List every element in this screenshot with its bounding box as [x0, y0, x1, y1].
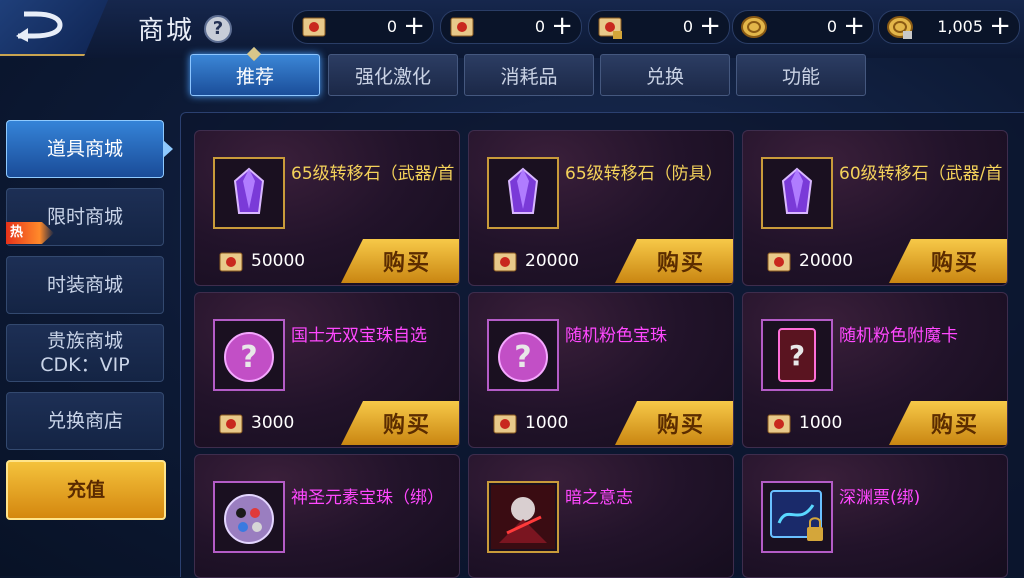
- back-arrow-icon: [16, 11, 63, 42]
- svg-text:?: ?: [514, 340, 531, 375]
- buy-button[interactable]: 购买: [341, 401, 459, 445]
- product-price: 20000: [525, 251, 580, 271]
- currency-value: 0: [386, 17, 397, 36]
- purple-crystal-icon: [507, 167, 539, 214]
- product-thumbnail: ?: [213, 319, 285, 391]
- currency-value: 0: [534, 17, 545, 36]
- add-currency-button[interactable]: +: [699, 11, 721, 41]
- currency-slot: 1,005 +: [878, 10, 1020, 44]
- red-scroll-icon: [450, 17, 474, 37]
- product-card[interactable]: ? 随机粉色宝珠 1000 购买: [468, 292, 734, 448]
- add-currency-button[interactable]: +: [989, 11, 1011, 41]
- red-scroll-icon: [302, 17, 326, 37]
- product-card[interactable]: 60级转移石（武器/首 20000 购买: [742, 130, 1008, 286]
- product-price: 20000: [799, 251, 854, 271]
- product-thumbnail: [487, 157, 559, 229]
- product-card[interactable]: 65级转移石（武器/首 50000 购买: [194, 130, 460, 286]
- product-price: 50000: [251, 251, 306, 271]
- product-thumbnail: [761, 481, 833, 553]
- add-currency-button[interactable]: +: [843, 11, 865, 41]
- sidebar-item-exchange-shop[interactable]: 兑换商店: [6, 392, 164, 450]
- product-name: 65级转移石（武器/首: [291, 164, 455, 184]
- add-currency-button[interactable]: +: [551, 11, 573, 41]
- top-bar: 商城 ? 0 + 0 + 0 + 0 + 1,005 +: [0, 0, 1024, 58]
- page-title: 商城: [138, 16, 195, 46]
- product-thumbnail: [487, 481, 559, 553]
- product-thumbnail: ?: [487, 319, 559, 391]
- tab-exchange[interactable]: 兑换: [600, 54, 730, 96]
- tab-recommended[interactable]: 推荐: [190, 46, 320, 96]
- mystery-card-icon: ?: [778, 328, 816, 382]
- mystery-orb-icon: ?: [224, 332, 274, 382]
- locked-red-scroll-icon: [598, 17, 622, 39]
- buy-button[interactable]: 购买: [889, 239, 1007, 283]
- product-thumbnail: [213, 481, 285, 553]
- svg-text:?: ?: [789, 339, 805, 372]
- red-scroll-icon: [493, 414, 517, 434]
- product-name: 神圣元素宝珠（绑）: [291, 488, 444, 508]
- back-button[interactable]: [0, 0, 108, 56]
- dark-will-icon: [491, 485, 555, 549]
- help-icon[interactable]: ?: [204, 14, 233, 43]
- product-card[interactable]: ? 随机粉色附魔卡 1000 购买: [742, 292, 1008, 448]
- product-card[interactable]: 神圣元素宝珠（绑）: [194, 454, 460, 578]
- element-orb-icon: [224, 494, 274, 544]
- product-card[interactable]: ? 国士无双宝珠自选 3000 购买: [194, 292, 460, 448]
- purple-crystal-icon: [781, 167, 813, 214]
- currency-slot: 0 +: [292, 10, 434, 44]
- red-scroll-icon: [767, 414, 791, 434]
- product-name: 深渊票(绑): [839, 488, 921, 508]
- buy-button[interactable]: 购买: [615, 401, 733, 445]
- product-thumbnail: [213, 157, 285, 229]
- currency-slot: 0 +: [588, 10, 730, 44]
- buy-button[interactable]: 购买: [341, 239, 459, 283]
- buy-button[interactable]: 购买: [889, 401, 1007, 445]
- product-name: 国士无双宝珠自选: [291, 326, 427, 346]
- buy-button[interactable]: 购买: [615, 239, 733, 283]
- tab-enhance[interactable]: 强化激化: [328, 54, 458, 96]
- currency-value: 1,005: [937, 17, 983, 36]
- sidebar-item-item-shop[interactable]: 道具商城: [6, 120, 164, 178]
- product-price: 1000: [525, 413, 569, 433]
- red-scroll-icon: [219, 414, 243, 434]
- currency-slot: 0 +: [440, 10, 582, 44]
- red-scroll-icon: [493, 252, 517, 272]
- abyss-ticket-icon: [770, 490, 823, 541]
- purple-crystal-icon: [233, 167, 265, 214]
- red-scroll-icon: [767, 252, 791, 272]
- product-name: 随机粉色附魔卡: [839, 326, 958, 346]
- red-scroll-icon: [219, 252, 243, 272]
- add-currency-button[interactable]: +: [403, 11, 425, 41]
- product-name: 暗之意志: [565, 488, 633, 508]
- product-thumbnail: ?: [761, 319, 833, 391]
- product-card[interactable]: 深渊票(绑): [742, 454, 1008, 578]
- product-price: 3000: [251, 413, 295, 433]
- locked-gold-coin-icon: [887, 16, 913, 39]
- currency-value: 0: [682, 17, 693, 36]
- recharge-button[interactable]: 充值: [6, 460, 166, 520]
- sidebar-item-fashion-shop[interactable]: 时装商城: [6, 256, 164, 314]
- currency-slot: 0 +: [732, 10, 874, 44]
- product-thumbnail: [761, 157, 833, 229]
- product-name: 随机粉色宝珠: [565, 326, 667, 346]
- svg-text:?: ?: [240, 340, 257, 375]
- tab-consumables[interactable]: 消耗品: [464, 54, 594, 96]
- product-card[interactable]: 暗之意志: [468, 454, 734, 578]
- mystery-orb-icon: ?: [498, 332, 548, 382]
- active-indicator-arrow: [163, 140, 173, 158]
- sidebar-item-noble-shop[interactable]: 贵族商城 CDK：VIP: [6, 324, 164, 382]
- currency-value: 0: [826, 17, 837, 36]
- gold-coin-icon: [741, 16, 767, 38]
- product-price: 1000: [799, 413, 843, 433]
- product-name: 65级转移石（防具）: [565, 164, 723, 184]
- product-card[interactable]: 65级转移石（防具） 20000 购买: [468, 130, 734, 286]
- product-name: 60级转移石（武器/首: [839, 164, 1003, 184]
- tab-function[interactable]: 功能: [736, 54, 866, 96]
